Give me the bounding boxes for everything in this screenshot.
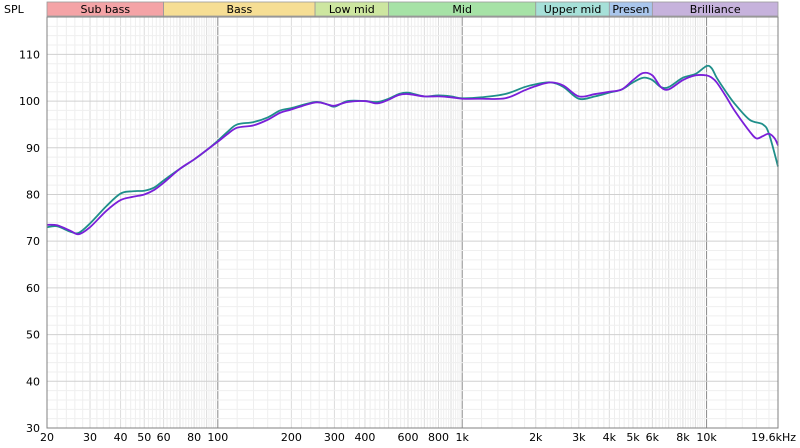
y-tick-label: 80: [26, 188, 40, 201]
frequency-response-chart: Sub bass Bass Low mid Mid Upper mid Presen Bri…: [4, 1, 796, 444]
x-tick-label: 8k: [676, 431, 690, 444]
x-tick-label: 1k: [456, 431, 470, 444]
x-tick-label: 6k: [646, 431, 660, 444]
band-label: Brilliance: [690, 3, 741, 16]
x-axis-ticks: 20 30 40 50 60 80 100 200 300 400 600 800 1k 2k 3k 4k 5k…: [40, 431, 796, 444]
x-tick-label: 2k: [529, 431, 543, 444]
band-label: Low mid: [329, 3, 375, 16]
x-tick-label: 50: [137, 431, 151, 444]
x-tick-label: 30: [83, 431, 97, 444]
y-tick-label: 70: [26, 235, 40, 248]
y-axis-ticks: 30 40 50 60 70 80 90 100 110: [19, 48, 40, 435]
x-tick-label: 20: [40, 431, 54, 444]
x-tick-label: 40: [114, 431, 128, 444]
x-tick-label: 60: [157, 431, 171, 444]
band-label: Presen: [612, 3, 649, 16]
x-tick-label: 80: [187, 431, 201, 444]
band-label: Bass: [226, 3, 252, 16]
y-axis-label: SPL: [4, 3, 25, 16]
x-tick-label: 10k: [696, 431, 717, 444]
x-tick-label: 400: [354, 431, 375, 444]
band-label: Upper mid: [544, 3, 602, 16]
y-tick-label: 100: [19, 95, 40, 108]
x-tick-label: 19.6kHz: [751, 431, 796, 444]
y-tick-label: 40: [26, 375, 40, 388]
y-tick-label: 90: [26, 142, 40, 155]
band-label: Mid: [452, 3, 472, 16]
frequency-bands: Sub bass Bass Low mid Mid Upper mid Presen Bri…: [46, 1, 779, 17]
x-tick-label: 200: [281, 431, 302, 444]
y-tick-label: 60: [26, 282, 40, 295]
x-tick-label: 4k: [603, 431, 617, 444]
x-tick-label: 5k: [626, 431, 640, 444]
band-label: Sub bass: [80, 3, 130, 16]
y-tick-label: 30: [26, 422, 40, 435]
x-tick-label: 600: [397, 431, 418, 444]
x-tick-label: 300: [324, 431, 345, 444]
x-tick-label: 3k: [572, 431, 586, 444]
y-tick-label: 50: [26, 329, 40, 342]
x-tick-label: 800: [428, 431, 449, 444]
x-tick-label: 100: [207, 431, 228, 444]
y-tick-label: 110: [19, 48, 40, 61]
